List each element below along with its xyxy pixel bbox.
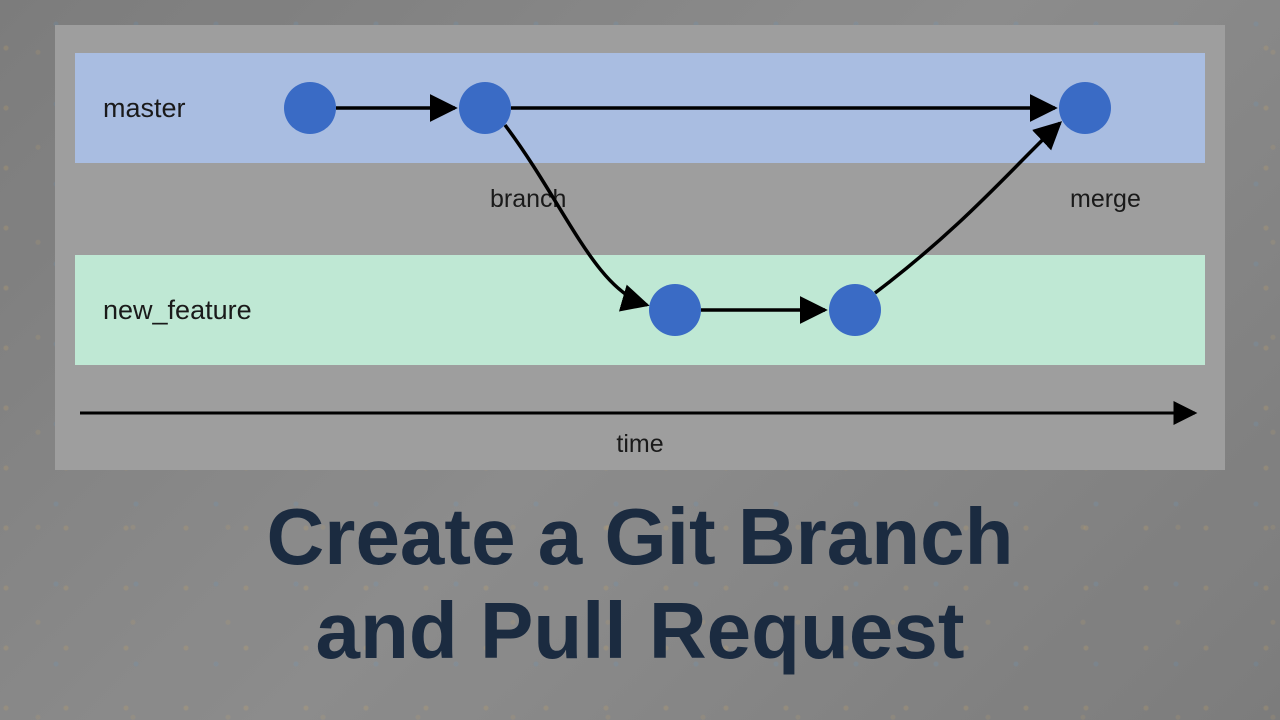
master-lane: master	[75, 53, 1205, 163]
feature-lane-label: new_feature	[75, 295, 252, 326]
time-axis-label: time	[55, 430, 1225, 459]
merge-label: merge	[1070, 185, 1141, 214]
title-line-1: Create a Git Branch	[0, 490, 1280, 584]
branch-label: branch	[490, 185, 566, 214]
git-diagram-card: master new_feature branch merge time	[55, 25, 1225, 470]
master-lane-label: master	[75, 93, 186, 124]
main-title: Create a Git Branch and Pull Request	[0, 490, 1280, 679]
title-line-2: and Pull Request	[0, 584, 1280, 678]
feature-lane: new_feature	[75, 255, 1205, 365]
